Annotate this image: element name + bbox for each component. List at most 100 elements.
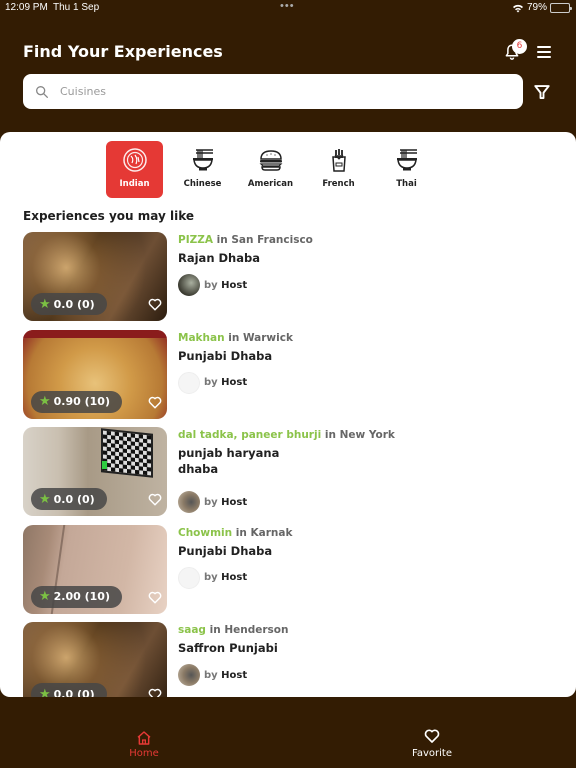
cuisine-label: American bbox=[247, 179, 294, 189]
status-time: 12:09 PM bbox=[5, 2, 48, 13]
noodle-bowl-icon bbox=[396, 149, 417, 171]
host-avatar bbox=[178, 491, 200, 513]
cuisine-american[interactable]: American bbox=[242, 141, 299, 198]
rating-value: 0.0 (0) bbox=[53, 492, 95, 506]
status-bar: 12:09 PM Thu 1 Sep ••• 79% bbox=[0, 0, 576, 18]
location-prefix: in bbox=[228, 331, 240, 344]
favorite-heart-icon[interactable] bbox=[148, 493, 162, 506]
by-label: by bbox=[204, 572, 218, 583]
experience-image[interactable]: ★ 0.0 (0) bbox=[23, 427, 167, 516]
host-name: Host bbox=[221, 496, 248, 508]
fries-icon bbox=[331, 149, 346, 172]
multitasking-dots[interactable]: ••• bbox=[280, 0, 295, 12]
nav-label: Home bbox=[129, 748, 159, 759]
cuisine-thai[interactable]: Thai bbox=[378, 141, 435, 198]
by-label: by bbox=[204, 377, 218, 388]
star-icon: ★ bbox=[39, 686, 51, 698]
star-icon: ★ bbox=[39, 589, 51, 604]
section-title: Experiences you may like bbox=[23, 209, 194, 223]
nav-favorite[interactable]: Favorite bbox=[402, 728, 462, 759]
favorite-heart-icon[interactable] bbox=[148, 396, 162, 409]
heart-icon bbox=[424, 729, 440, 743]
battery-percent: 79% bbox=[526, 2, 547, 13]
location-prefix: in bbox=[216, 234, 228, 246]
star-icon: ★ bbox=[39, 491, 51, 507]
cuisine-french[interactable]: French bbox=[310, 141, 367, 198]
experience-card[interactable]: ★ 0.90 (10) Makhan in Warwick Punjabi Dha… bbox=[23, 329, 563, 428]
by-label: by bbox=[204, 669, 218, 681]
rating-badge: ★ 0.0 (0) bbox=[31, 488, 107, 510]
rating-value: 0.90 (10) bbox=[53, 395, 110, 408]
page-title: Find Your Experiences bbox=[23, 42, 223, 61]
burger-icon bbox=[259, 150, 282, 171]
cuisine-label: French bbox=[322, 179, 355, 189]
rating-value: 0.0 (0) bbox=[53, 297, 95, 311]
bottom-navigation: Home Favorite bbox=[0, 697, 576, 768]
experience-card[interactable]: ★ 0.0 (0) saag in Henderson Saffron Punja… bbox=[23, 622, 563, 697]
wifi-icon bbox=[512, 4, 523, 12]
by-label: by bbox=[204, 279, 218, 291]
cuisine-label: Indian bbox=[119, 179, 150, 189]
experience-list: ★ 0.0 (0) PIZZA in San Francisco Rajan Dh… bbox=[23, 232, 563, 697]
experience-image[interactable]: ★ 0.90 (10) bbox=[23, 329, 167, 419]
noodle-bowl-icon bbox=[192, 149, 213, 171]
experience-image[interactable]: ★ 0.0 (0) bbox=[23, 622, 167, 697]
star-icon: ★ bbox=[39, 296, 51, 312]
dish-name: Makhan bbox=[178, 331, 225, 344]
restaurant-name: Punjabi Dhaba bbox=[178, 543, 273, 558]
favorite-heart-icon[interactable] bbox=[148, 298, 162, 311]
indian-plate-icon bbox=[122, 148, 147, 172]
battery-icon bbox=[550, 2, 572, 13]
cuisine-label: Thai bbox=[396, 179, 417, 189]
experience-image[interactable]: ★ 0.0 (0) bbox=[23, 232, 167, 321]
cuisine-chinese[interactable]: Chinese bbox=[174, 141, 231, 198]
host-avatar bbox=[178, 664, 200, 686]
host-name: Host bbox=[221, 572, 248, 583]
location-prefix: in bbox=[324, 429, 336, 441]
cuisine-indian[interactable]: Indian bbox=[106, 141, 163, 198]
location-city: Henderson bbox=[224, 624, 289, 636]
rating-badge: ★ 2.00 (10) bbox=[31, 585, 122, 608]
rating-value: 0.0 (0) bbox=[53, 687, 95, 698]
dish-name: dal tadka, paneer bhurji bbox=[178, 429, 322, 441]
rating-badge: ★ 0.0 (0) bbox=[31, 293, 107, 315]
rating-badge: ★ 0.0 (0) bbox=[31, 683, 107, 697]
dish-name: Chowmin bbox=[178, 526, 233, 539]
status-date: Thu 1 Sep bbox=[53, 2, 100, 13]
host-name: Host bbox=[221, 377, 248, 388]
experience-card[interactable]: ★ 0.0 (0) PIZZA in San Francisco Rajan Dh… bbox=[23, 232, 563, 330]
host-name: Host bbox=[221, 669, 248, 681]
host-name: Host bbox=[221, 279, 248, 291]
search-bar[interactable] bbox=[23, 74, 523, 109]
cuisine-label: Chinese bbox=[183, 179, 222, 189]
content-panel: Indian Chinese American French Thai Expe… bbox=[0, 132, 576, 697]
experience-card[interactable]: ★ 0.0 (0) dal tadka, paneer bhurji in New… bbox=[23, 427, 563, 525]
experience-card[interactable]: ★ 2.00 (10) Chowmin in Karnak Punjabi Dha… bbox=[23, 524, 563, 623]
hamburger-menu-icon[interactable] bbox=[537, 46, 551, 58]
notification-badge: 6 bbox=[512, 39, 527, 54]
restaurant-name: Saffron Punjabi bbox=[178, 641, 278, 655]
search-input[interactable] bbox=[60, 85, 460, 98]
favorite-heart-icon[interactable] bbox=[148, 591, 162, 604]
dish-name: saag bbox=[178, 624, 206, 636]
location-city: New York bbox=[339, 429, 395, 441]
filter-icon[interactable] bbox=[533, 83, 551, 101]
search-icon bbox=[36, 85, 48, 98]
location-prefix: in bbox=[235, 526, 247, 539]
host-avatar bbox=[178, 274, 200, 296]
location-city: Karnak bbox=[250, 526, 293, 539]
rating-value: 2.00 (10) bbox=[53, 590, 110, 603]
experience-image[interactable]: ★ 2.00 (10) bbox=[23, 524, 167, 614]
dish-name: PIZZA bbox=[178, 234, 213, 246]
star-icon: ★ bbox=[39, 394, 51, 409]
location-city: San Francisco bbox=[231, 234, 313, 246]
restaurant-name: Punjabi Dhaba bbox=[178, 348, 273, 363]
nav-home[interactable]: Home bbox=[114, 730, 174, 759]
location-city: Warwick bbox=[242, 331, 293, 344]
host-avatar bbox=[178, 371, 200, 394]
rating-badge: ★ 0.90 (10) bbox=[31, 390, 122, 413]
cuisine-selector: Indian Chinese American French Thai bbox=[106, 141, 435, 198]
restaurant-name: Rajan Dhaba bbox=[178, 251, 260, 265]
home-icon bbox=[137, 731, 151, 745]
favorite-heart-icon[interactable] bbox=[148, 688, 162, 697]
